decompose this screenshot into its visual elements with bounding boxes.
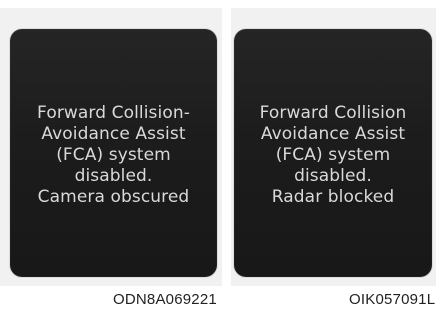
- left-image-code: ODN8A069221: [113, 291, 217, 308]
- right-warning-line: (FCA) system: [260, 145, 407, 166]
- left-display-screen: Forward Collision- Avoidance Assist (FCA…: [10, 29, 217, 277]
- left-warning-line: disabled.: [37, 166, 190, 187]
- left-warning-line: (FCA) system: [37, 145, 190, 166]
- right-warning-line: Avoidance Assist: [260, 124, 407, 145]
- left-warning-line: Avoidance Assist: [37, 124, 190, 145]
- right-warning-message: Forward Collision Avoidance Assist (FCA)…: [260, 103, 407, 208]
- right-warning-line: Radar blocked: [260, 187, 407, 208]
- right-display-screen: Forward Collision Avoidance Assist (FCA)…: [234, 29, 432, 277]
- right-warning-line: disabled.: [260, 166, 407, 187]
- left-warning-message: Forward Collision- Avoidance Assist (FCA…: [37, 103, 190, 208]
- right-image-code: OIK057091L: [349, 291, 435, 308]
- left-warning-line: Forward Collision-: [37, 103, 190, 124]
- left-warning-line: Camera obscured: [37, 187, 190, 208]
- right-warning-line: Forward Collision: [260, 103, 407, 124]
